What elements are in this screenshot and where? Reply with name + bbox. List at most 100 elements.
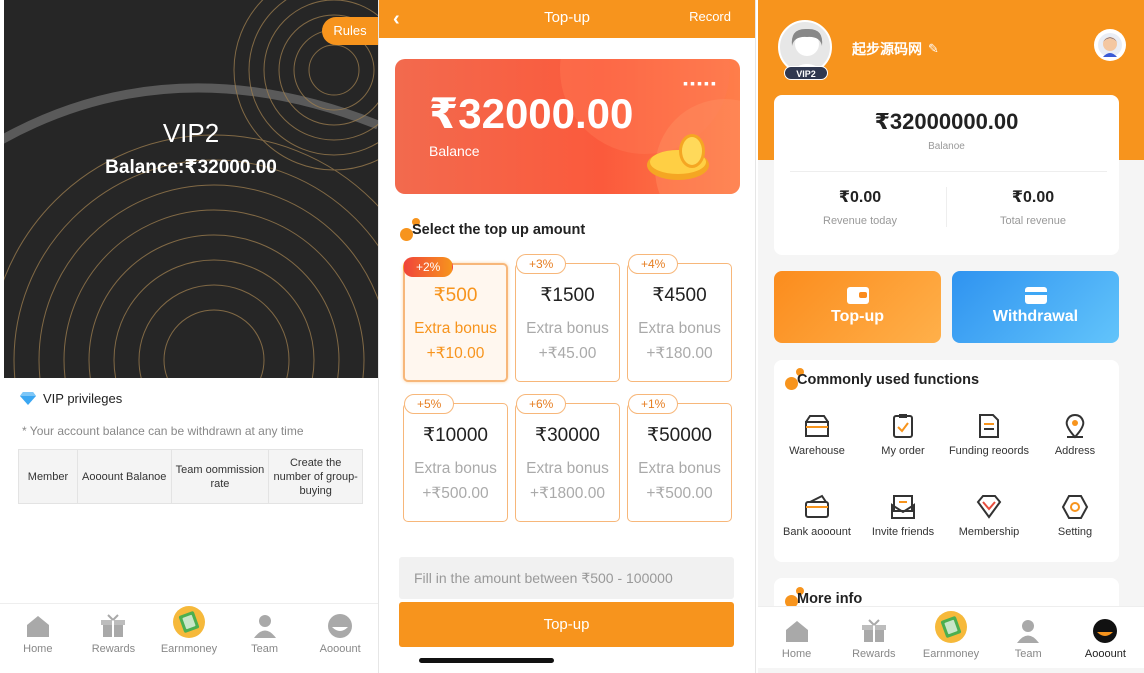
bottom-nav: Home Rewards Earnmoney Team Aooount <box>0 603 378 663</box>
bottom-nav: Home Rewards Earnmoney Team Aooount <box>758 606 1144 668</box>
account-icon <box>1092 618 1118 644</box>
function-my-order[interactable]: My order <box>860 412 946 457</box>
function-bank-account[interactable]: Bank aooount <box>774 493 860 538</box>
topup-action-button[interactable]: Top-up <box>774 271 941 343</box>
amount-input[interactable] <box>399 557 734 599</box>
home-icon <box>784 618 810 644</box>
function-label: Funding reoords <box>948 445 1030 457</box>
setting-icon <box>1061 493 1089 521</box>
tab-label: Aooount <box>319 643 361 655</box>
divider <box>790 171 1107 172</box>
balance-amount: ₹32000.00 <box>429 90 634 137</box>
function-label: Membership <box>958 526 1020 538</box>
vip-hero: Rules VIP2 Balance:₹32000.00 <box>4 0 378 378</box>
function-label: My order <box>881 445 925 457</box>
total-revenue: ₹0.00 Total revenue <box>947 187 1119 227</box>
withdraw-note: * Your account balance can be withdrawn … <box>22 424 304 438</box>
tab-account[interactable]: Aooount <box>302 604 378 663</box>
team-icon <box>1015 618 1041 644</box>
record-link[interactable]: Record <box>689 9 731 24</box>
rules-button[interactable]: Rules <box>322 17 378 45</box>
extra-bonus-label: Extra bonus <box>526 460 609 477</box>
tab-label: Team <box>251 643 279 655</box>
tab-label: Home <box>23 643 53 655</box>
warehouse-icon <box>803 412 831 440</box>
account-card: ₹32000000.00 Balanoe ₹0.00 Revenue today… <box>774 95 1119 255</box>
tab-rewards[interactable]: Rewards <box>76 604 152 663</box>
function-invite-friends[interactable]: Invite friends <box>860 493 946 538</box>
function-warehouse[interactable]: Warehouse <box>774 412 860 457</box>
topup-action-label: Top-up <box>830 308 884 325</box>
amount-value: ₹30000 <box>535 425 600 446</box>
extra-bonus-amount: +₹500.00 <box>646 485 713 502</box>
withdraw-label: Withdrawal <box>992 308 1079 325</box>
more-info-title: More info <box>797 591 863 607</box>
tab-label: Aooount <box>1084 648 1126 660</box>
amount-option[interactable]: +4% ₹4500 Extra bonus +₹180.00 <box>627 254 732 382</box>
function-label: Warehouse <box>789 445 845 457</box>
extra-bonus-label: Extra bonus <box>414 320 497 337</box>
tab-label: Earnmoney <box>160 643 218 655</box>
vip-table: Member Aooount Balanoe Team oommission r… <box>18 449 363 504</box>
money-icon <box>934 610 968 644</box>
tab-home[interactable]: Home <box>0 604 76 663</box>
username[interactable]: 起步源码网 ✎ <box>852 39 939 59</box>
vip-privileges-label: VIP privileges <box>43 391 123 406</box>
tab-team[interactable]: Team <box>227 604 303 663</box>
function-label: Invite friends <box>871 526 935 538</box>
account-icon <box>327 613 353 639</box>
team-icon <box>252 613 278 639</box>
tab-account[interactable]: Aooount <box>1067 607 1144 668</box>
card-icon <box>1024 287 1047 304</box>
extra-bonus-amount: +₹500.00 <box>422 485 489 502</box>
amount-option[interactable]: +6% ₹30000 Extra bonus +₹1800.00 <box>515 394 620 522</box>
bank-icon <box>803 493 831 521</box>
vip-balance: Balance:₹32000.00 <box>105 157 277 178</box>
card-dots: ▪▪▪▪▪ <box>683 75 718 91</box>
topup-header: ‹ Top-up Record <box>379 0 755 38</box>
function-funding-records[interactable]: Funding reoords <box>946 412 1032 457</box>
amount-option[interactable]: +2% ₹500 Extra bonus +₹10.00 <box>403 257 508 382</box>
amount-value: ₹50000 <box>647 425 712 446</box>
balance-card: ▪▪▪▪▪ ₹32000.00 Balance <box>395 59 740 194</box>
extra-bonus-amount: +₹180.00 <box>646 345 713 362</box>
extra-bonus-label: Extra bonus <box>638 320 721 337</box>
topup-body: ▪▪▪▪▪ ₹32000.00 Balance Select the top u… <box>379 38 755 673</box>
bonus-badge: +1% <box>628 394 679 414</box>
tab-team[interactable]: Team <box>990 607 1067 668</box>
function-address[interactable]: Address <box>1032 412 1118 457</box>
total-balance-label: Balanoe <box>928 141 965 152</box>
vip-level: VIP2 <box>162 118 220 148</box>
tab-home[interactable]: Home <box>758 607 835 668</box>
hero-decoration <box>4 0 378 378</box>
revenue-today-label: Revenue today <box>823 215 897 227</box>
address-icon <box>1061 412 1089 440</box>
withdraw-button[interactable]: Withdrawal <box>952 271 1119 343</box>
amount-option[interactable]: +5% ₹10000 Extra bonus +₹500.00 <box>403 394 508 522</box>
topup-button[interactable]: Top-up <box>399 602 734 647</box>
balance-label: Balance <box>429 143 480 159</box>
extra-bonus-label: Extra bonus <box>638 460 721 477</box>
function-label: Setting <box>1057 526 1093 538</box>
function-label: Address <box>1054 445 1096 457</box>
vip-badge: VIP2 <box>784 66 828 80</box>
function-membership[interactable]: Membership <box>946 493 1032 538</box>
topup-panel: ‹ Top-up Record ▪▪▪▪▪ ₹32000.00 Balance … <box>378 0 756 673</box>
function-setting[interactable]: Setting <box>1032 493 1118 538</box>
records-icon <box>975 412 1003 440</box>
extra-bonus-amount: +₹45.00 <box>538 345 597 362</box>
amount-option[interactable]: +3% ₹1500 Extra bonus +₹45.00 <box>515 254 620 382</box>
revenue-today: ₹0.00 Revenue today <box>774 187 946 227</box>
tab-rewards[interactable]: Rewards <box>835 607 912 668</box>
tab-earnmoney[interactable]: Earnmoney <box>912 607 989 668</box>
amount-option[interactable]: +1% ₹50000 Extra bonus +₹500.00 <box>627 394 732 522</box>
edit-icon[interactable]: ✎ <box>928 41 939 57</box>
wallet-icon <box>846 287 869 304</box>
tab-label: Rewards <box>91 643 136 655</box>
extra-bonus-amount: +₹1800.00 <box>530 485 605 502</box>
tab-earnmoney[interactable]: Earnmoney <box>151 604 227 663</box>
extra-bonus-amount: +₹10.00 <box>426 345 485 362</box>
service-icon[interactable] <box>1094 29 1126 61</box>
total-revenue-value: ₹0.00 <box>1011 189 1055 206</box>
table-header: Create the number of group-buying <box>268 449 363 504</box>
